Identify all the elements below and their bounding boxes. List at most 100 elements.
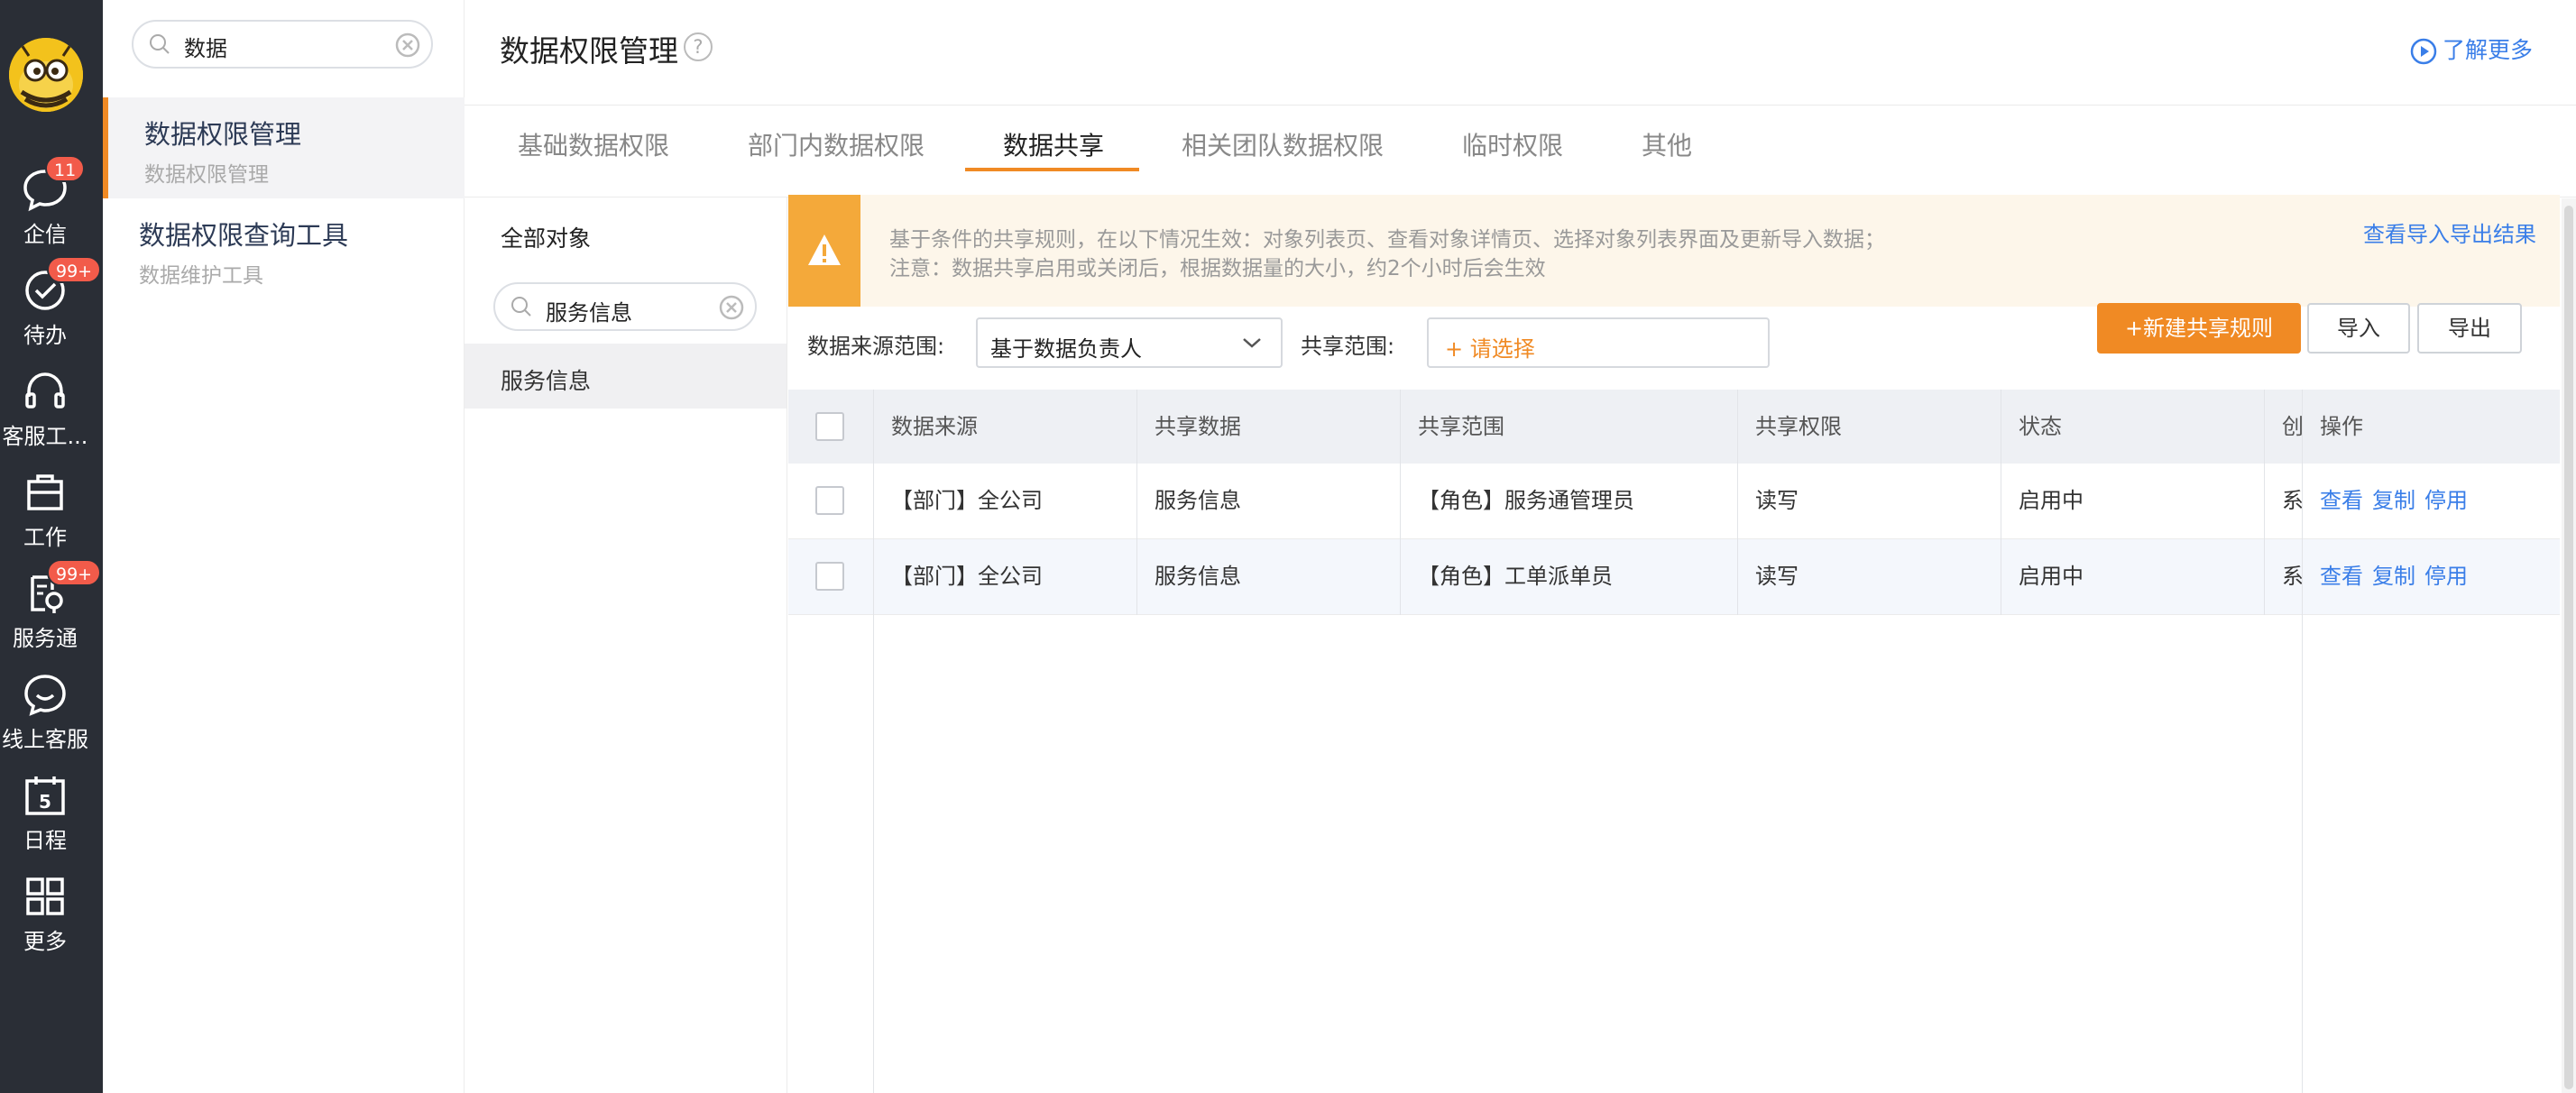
header-actions: 操作 <box>2320 414 2363 439</box>
calendar-day: 5 <box>39 791 51 813</box>
rail-item-service-desk[interactable]: 客服工... <box>0 368 90 450</box>
sidebar-item-title: 数据权限管理 <box>144 119 302 150</box>
warning-icon <box>808 234 841 265</box>
avatar[interactable] <box>9 38 83 112</box>
rail-label: 工作 <box>23 525 67 550</box>
select-all-checkbox[interactable] <box>815 412 844 441</box>
headset-icon <box>25 372 65 409</box>
share-scope-picker[interactable]: + 请选择 <box>1427 317 1770 368</box>
disable-link[interactable]: 停用 <box>2424 488 2468 513</box>
share-rules-table: 数据来源 共享数据 共享范围 共享权限 状态 创 操作 【部门】全公司 服务信息… <box>788 390 2560 1093</box>
copy-link[interactable]: 复制 <box>2372 488 2415 513</box>
sidebar-item-title: 数据权限查询工具 <box>139 220 349 251</box>
todo-badge: 99+ <box>47 256 102 283</box>
warning-icon-box <box>788 195 860 307</box>
import-button[interactable]: 导入 <box>2307 303 2410 354</box>
object-search-value: 服务信息 <box>546 300 632 326</box>
rail-item-online-service[interactable]: 线上客服 <box>0 671 90 753</box>
rail-label: 日程 <box>23 828 67 853</box>
chevron-down-icon <box>1243 338 1261 348</box>
scrollbar[interactable] <box>2562 198 2576 1093</box>
cell-shared-data: 服务信息 <box>1155 488 1241 513</box>
rail-label: 客服工... <box>2 424 88 449</box>
cell-creator: 系 <box>2282 564 2302 589</box>
tab-temporary-permission[interactable]: 临时权限 <box>1462 126 1563 162</box>
help-icon[interactable]: ? <box>684 32 713 61</box>
source-range-select[interactable]: 基于数据负责人 <box>976 317 1283 368</box>
tab-other[interactable]: 其他 <box>1642 126 1692 162</box>
sidebar-item-subtitle: 数据权限管理 <box>144 163 269 187</box>
rail-label: 待办 <box>23 323 67 348</box>
view-link[interactable]: 查看 <box>2320 564 2363 589</box>
export-button[interactable]: 导出 <box>2417 303 2522 354</box>
cell-creator: 系 <box>2282 488 2302 513</box>
rail-label: 线上客服 <box>2 727 88 752</box>
cell-share-scope: 【角色】服务通管理员 <box>1418 488 1634 513</box>
tab-team-data-permission[interactable]: 相关团队数据权限 <box>1182 126 1384 162</box>
page-title: 数据权限管理 <box>500 33 678 69</box>
play-circle-icon <box>2410 38 2437 65</box>
tab-basic-data-permission[interactable]: 基础数据权限 <box>518 126 669 162</box>
cell-data-source: 【部门】全公司 <box>891 488 1043 513</box>
active-tab-indicator <box>965 168 1139 171</box>
table-row[interactable]: 【部门】全公司 服务信息 【角色】工单派单员 读写 启用中 系 查看 复制 停用 <box>788 539 2560 615</box>
new-share-rule-button[interactable]: +新建共享规则 <box>2097 303 2301 354</box>
header-share-permission: 共享权限 <box>1755 414 1842 439</box>
smile-chat-icon <box>24 675 66 716</box>
app-rail: 企信 11 待办 99+ 客服工... 工作 服务通 99+ 线上客服 5 日程… <box>0 0 103 1093</box>
column-divider <box>873 390 874 1093</box>
table-row[interactable]: 【部门】全公司 服务信息 【角色】服务通管理员 读写 启用中 系 查看 复制 停用 <box>788 464 2560 539</box>
notice-line-2: 注意：数据共享启用或关闭后，根据数据量的大小，约2个小时后会生效 <box>889 257 1546 280</box>
view-import-export-link[interactable]: 查看导入导出结果 <box>2363 216 2536 248</box>
scrollbar-thumb[interactable] <box>2564 206 2573 1089</box>
rail-item-more[interactable]: 更多 <box>0 873 90 955</box>
sidebar-search-value: 数据 <box>184 36 227 61</box>
disable-link[interactable]: 停用 <box>2424 564 2468 589</box>
clear-icon[interactable] <box>719 295 744 320</box>
sidebar-search-input[interactable]: 数据 <box>132 20 433 69</box>
cell-share-permission: 读写 <box>1755 488 1799 513</box>
service-badge: 99+ <box>47 559 102 586</box>
table-header: 数据来源 共享数据 共享范围 共享权限 状态 创 操作 <box>788 390 2560 464</box>
rail-label: 企信 <box>23 222 67 247</box>
source-range-label: 数据来源范围: <box>807 334 945 359</box>
learn-more-link[interactable]: 了解更多 <box>2410 32 2533 65</box>
tab-department-data-permission[interactable]: 部门内数据权限 <box>748 126 925 162</box>
header-data-source: 数据来源 <box>891 414 978 439</box>
cell-data-source: 【部门】全公司 <box>891 564 1043 589</box>
share-scope-label: 共享范围: <box>1301 334 1395 359</box>
object-list: 全部对象 服务信息 服务信息 <box>465 197 787 1093</box>
secondary-sidebar: 数据 数据权限管理 数据权限管理 数据权限查询工具 数据维护工具 <box>103 0 465 1093</box>
cell-share-permission: 读写 <box>1755 564 1799 589</box>
rail-label: 更多 <box>23 929 67 954</box>
tab-data-sharing[interactable]: 数据共享 <box>1003 126 1104 162</box>
cell-shared-data: 服务信息 <box>1155 564 1241 589</box>
sidebar-item-subtitle: 数据维护工具 <box>139 264 263 288</box>
sidebar-item-data-permission[interactable]: 数据权限管理 数据权限管理 <box>103 97 465 198</box>
bee-mascot-icon <box>9 38 83 112</box>
copy-link[interactable]: 复制 <box>2372 564 2415 589</box>
search-icon <box>150 34 170 54</box>
source-range-value: 基于数据负责人 <box>990 336 1142 362</box>
clear-icon[interactable] <box>395 32 420 58</box>
column-divider <box>1400 390 1401 615</box>
row-checkbox[interactable] <box>815 562 844 591</box>
rail-item-work[interactable]: 工作 <box>0 469 90 551</box>
view-link[interactable]: 查看 <box>2320 488 2363 513</box>
notice-line-1: 基于条件的共享规则，在以下情况生效：对象列表页、查看对象详情页、选择对象列表界面… <box>889 228 1885 252</box>
sidebar-item-permission-query[interactable]: 数据权限查询工具 数据维护工具 <box>103 198 465 299</box>
search-icon <box>511 297 531 317</box>
all-objects-label[interactable]: 全部对象 <box>501 221 591 253</box>
grid-icon <box>26 877 64 915</box>
rail-item-schedule[interactable]: 5 日程 <box>0 772 90 854</box>
cell-actions: 查看 复制 停用 <box>2320 539 2477 613</box>
object-search-input[interactable]: 服务信息 <box>493 282 757 331</box>
cell-share-scope: 【角色】工单派单员 <box>1418 564 1613 589</box>
row-checkbox[interactable] <box>815 486 844 515</box>
column-divider <box>2264 390 2265 615</box>
briefcase-icon <box>27 474 63 510</box>
notice-banner: 基于条件的共享规则，在以下情况生效：对象列表页、查看对象详情页、选择对象列表界面… <box>788 195 2560 307</box>
header-share-scope: 共享范围 <box>1418 414 1504 439</box>
cell-status: 启用中 <box>2019 488 2084 513</box>
object-item[interactable]: 服务信息 <box>465 344 787 409</box>
